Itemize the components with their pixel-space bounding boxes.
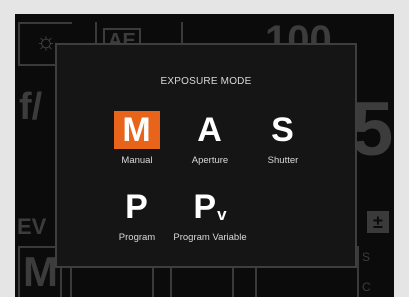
mode-label: Shutter	[267, 155, 299, 166]
mode-letter: M	[122, 111, 151, 149]
mode-letter: Pv	[193, 188, 227, 226]
mode-label: Program Variable	[173, 232, 247, 243]
mode-letter: P	[125, 188, 148, 226]
aperture-digit: 5	[351, 87, 394, 172]
mode-letter: A	[197, 111, 222, 149]
right-letter-c: C	[362, 280, 371, 294]
exposure-comp-icon: ±	[367, 211, 389, 233]
ev-label: EV	[17, 214, 47, 239]
right-letter-s: S	[362, 250, 371, 264]
dialog-title: EXPOSURE MODE	[160, 76, 252, 87]
camera-screen: ☼ AE 100 f/ 5 EV ± M S C EXPOSURE MODE M…	[15, 14, 394, 297]
mode-letter: M	[23, 248, 58, 295]
exposure-mode-dialog: EXPOSURE MODE M Manual A Aperture S Shut…	[55, 43, 357, 268]
f-label: f/	[19, 86, 43, 128]
brightness-icon: ☼	[35, 28, 57, 55]
mode-letter: S	[271, 111, 294, 149]
